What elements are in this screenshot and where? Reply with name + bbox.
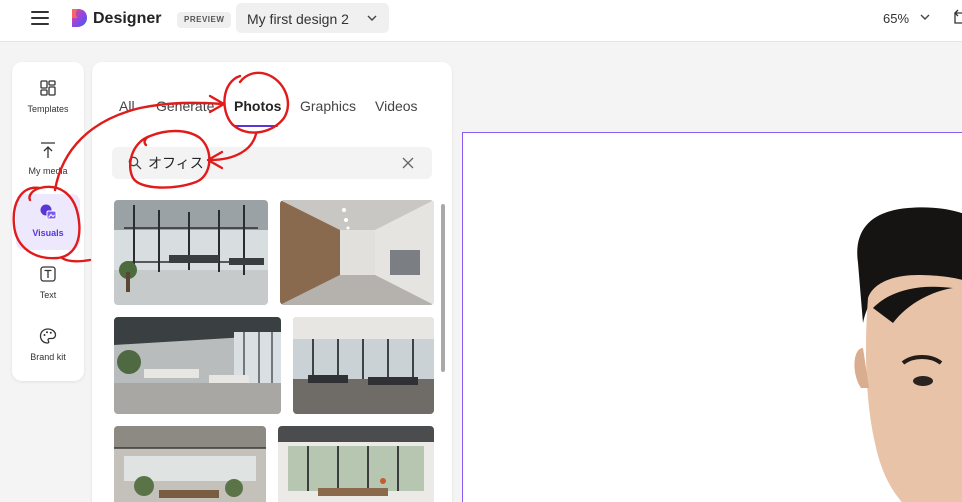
templates-icon [40, 80, 56, 96]
rail-item-my-media[interactable]: My media [16, 132, 80, 188]
rail-item-visuals[interactable]: Visuals [16, 194, 80, 250]
tab-all[interactable]: All [119, 98, 135, 114]
tab-generate[interactable]: Generate [156, 98, 214, 114]
search-icon [128, 156, 142, 170]
zoom-level: 65% [883, 11, 910, 26]
office-photo-image [114, 200, 268, 305]
photo-result[interactable] [293, 317, 434, 414]
photo-result[interactable] [114, 317, 281, 414]
palette-icon [39, 328, 57, 344]
rail-item-label: Templates [27, 104, 69, 114]
visuals-panel: All Generate Photos Graphics Videos [92, 62, 452, 502]
rail-item-brand-kit[interactable]: Brand kit [16, 318, 80, 374]
close-icon[interactable] [401, 156, 415, 170]
design-title: My first design 2 [247, 11, 349, 27]
tab-videos[interactable]: Videos [375, 98, 418, 114]
rail-item-label: Visuals [32, 228, 64, 238]
design-title-button[interactable]: My first design 2 [236, 3, 389, 33]
rail-item-label: Text [39, 290, 57, 300]
office-photo-image [114, 317, 281, 414]
hamburger-menu-icon[interactable] [31, 11, 49, 25]
tab-photos[interactable]: Photos [234, 98, 281, 114]
brand-name: Designer [93, 10, 162, 27]
top-bar: PREVIEW Designer PREVIEW My first design… [0, 0, 962, 42]
left-rail: Templates My media Visuals Text Brand ki… [12, 62, 84, 381]
person-photo-image [854, 207, 962, 502]
active-tab-indicator [234, 125, 278, 127]
preview-badge: PREVIEW [177, 12, 232, 28]
office-photo-image [293, 317, 434, 414]
upload-icon [41, 142, 55, 158]
designer-logo-icon [72, 9, 87, 27]
photo-result[interactable] [280, 200, 434, 305]
office-photo-image [280, 200, 434, 305]
rail-item-templates[interactable]: Templates [16, 70, 80, 126]
photo-result[interactable] [278, 426, 434, 502]
design-canvas[interactable] [462, 132, 962, 502]
office-photo-image [114, 426, 266, 502]
photo-result[interactable] [114, 200, 268, 305]
tab-graphics[interactable]: Graphics [300, 98, 356, 114]
search-input[interactable] [148, 153, 388, 173]
zoom-dropdown[interactable]: 65% [883, 11, 930, 26]
rail-item-text[interactable]: Text [16, 256, 80, 312]
undo-icon[interactable] [952, 9, 962, 25]
photo-result[interactable] [114, 426, 266, 502]
chevron-down-icon [367, 15, 377, 21]
visuals-icon [40, 204, 57, 220]
text-icon [40, 266, 56, 282]
scrollbar-thumb[interactable] [441, 204, 445, 372]
chevron-down-icon [920, 14, 930, 20]
rail-item-label: Brand kit [30, 352, 66, 362]
rail-item-label: My media [28, 166, 68, 176]
search-box [112, 147, 432, 179]
office-photo-image [278, 426, 434, 502]
